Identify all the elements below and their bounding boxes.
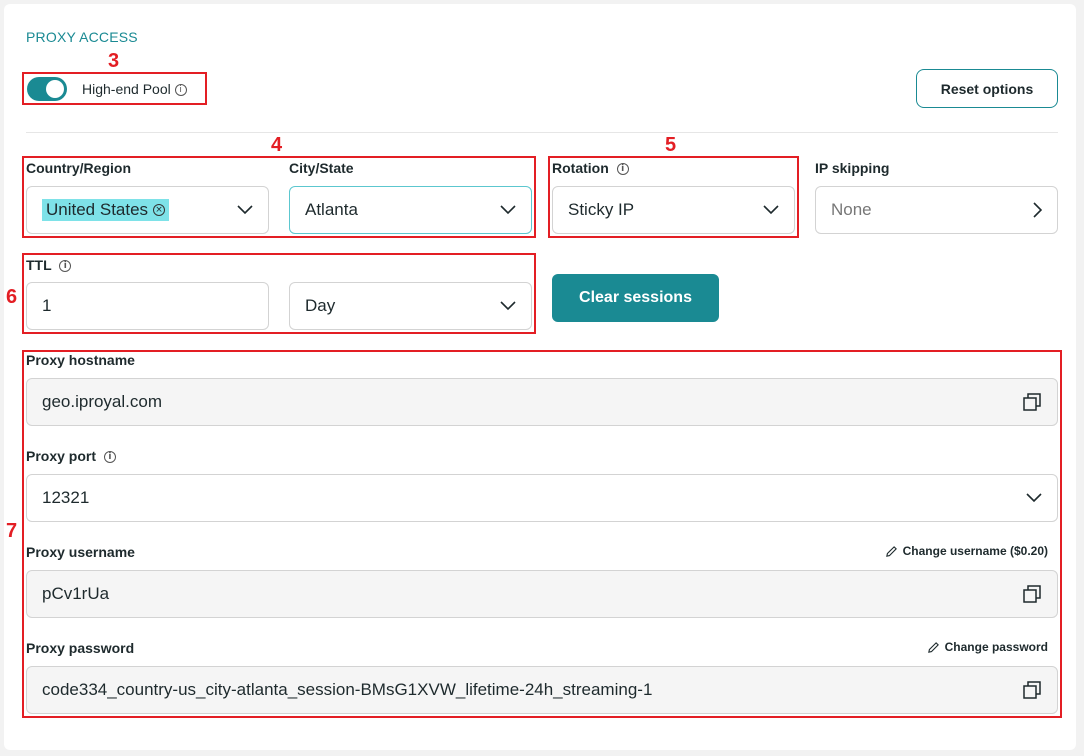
proxy-port-value: 12321 (42, 488, 90, 507)
annotation-number-6: 6 (6, 286, 18, 308)
annotation-number-7: 7 (6, 520, 18, 542)
country-select[interactable]: United States × (26, 186, 269, 234)
proxy-username-value: pCv1rUa (42, 584, 110, 603)
proxy-password-field[interactable]: code334_country-us_city-atlanta_session-… (26, 666, 1058, 714)
ip-skipping-label: IP skipping (815, 160, 890, 176)
high-end-pool-text: High-end Pool (82, 81, 171, 97)
proxy-username-label: Proxy username (26, 544, 135, 560)
annotation-number-3: 3 (108, 50, 120, 72)
ttl-input[interactable]: 1 (26, 282, 269, 330)
proxy-username-field[interactable]: pCv1rUa (26, 570, 1058, 618)
chevron-down-icon (500, 205, 516, 215)
proxy-hostname-field[interactable]: geo.iproyal.com (26, 378, 1058, 426)
reset-options-button[interactable]: Reset options (916, 69, 1058, 108)
info-icon[interactable]: i (59, 260, 72, 273)
chevron-right-icon (1033, 202, 1042, 218)
ttl-unit-select[interactable]: Day (289, 282, 532, 330)
info-icon[interactable]: i (616, 163, 629, 176)
change-username-link[interactable]: Change username ($0.20) (885, 544, 1048, 558)
city-label: City/State (289, 160, 354, 176)
rotation-label-text: Rotation (552, 160, 609, 176)
country-label: Country/Region (26, 160, 131, 176)
high-end-pool-toggle[interactable] (27, 77, 67, 101)
pencil-icon (927, 641, 939, 653)
country-chip: United States × (42, 199, 170, 221)
rotation-label: Rotation i (552, 160, 629, 176)
chevron-down-icon (1026, 493, 1042, 503)
city-select[interactable]: Atlanta (289, 186, 532, 234)
copy-icon[interactable] (1022, 392, 1042, 412)
ttl-unit-value: Day (305, 296, 336, 315)
clear-chip-icon[interactable]: × (153, 204, 166, 216)
change-username-text: Change username ($0.20) (902, 544, 1048, 558)
change-password-link[interactable]: Change password (927, 640, 1048, 654)
proxy-password-label: Proxy password (26, 640, 135, 656)
toggle-knob (46, 80, 64, 98)
annotation-number-4: 4 (271, 134, 283, 156)
copy-icon[interactable] (1022, 584, 1042, 604)
section-title: PROXY ACCESS (26, 29, 138, 45)
city-value: Atlanta (305, 200, 358, 219)
proxy-hostname-value: geo.iproyal.com (42, 392, 163, 411)
high-end-pool-label: High-end Pool i (82, 81, 187, 97)
copy-icon[interactable] (1022, 680, 1042, 700)
change-password-text: Change password (944, 640, 1048, 654)
ttl-value: 1 (42, 296, 52, 315)
info-icon[interactable]: i (103, 451, 116, 464)
proxy-password-value: code334_country-us_city-atlanta_session-… (42, 680, 653, 699)
rotation-select[interactable]: Sticky IP (552, 186, 795, 234)
divider (26, 132, 1058, 133)
rotation-value: Sticky IP (568, 200, 635, 219)
proxy-hostname-label: Proxy hostname (26, 352, 135, 368)
proxy-port-label: Proxy port i (26, 448, 116, 464)
chevron-down-icon (237, 205, 253, 215)
ttl-label-text: TTL (26, 257, 52, 273)
clear-sessions-button[interactable]: Clear sessions (552, 274, 719, 322)
info-icon[interactable]: i (174, 84, 187, 97)
pencil-icon (885, 545, 897, 557)
chevron-down-icon (763, 205, 779, 215)
proxy-port-label-text: Proxy port (26, 448, 97, 464)
proxy-port-select[interactable]: 12321 (26, 474, 1058, 522)
country-chip-text: United States (46, 200, 149, 219)
ttl-label: TTL i (26, 257, 72, 273)
ip-skipping-value: None (831, 200, 872, 219)
annotation-number-5: 5 (665, 134, 677, 156)
ip-skipping-select[interactable]: None (815, 186, 1058, 234)
chevron-down-icon (500, 301, 516, 311)
